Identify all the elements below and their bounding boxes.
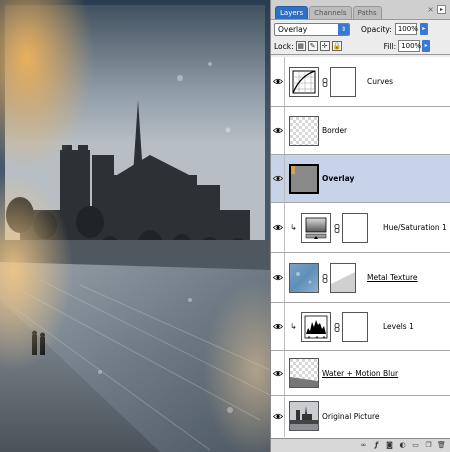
link-layers-icon[interactable]: ∞ bbox=[359, 441, 368, 450]
photoshop-workspace: Layers Channels Paths × ▸ Overlay ⇕ Opac… bbox=[0, 0, 450, 452]
layer-name[interactable]: Metal Texture bbox=[367, 273, 418, 282]
lock-all-icon[interactable]: 🔒 bbox=[331, 41, 342, 51]
close-icon[interactable]: × bbox=[427, 6, 434, 14]
layer-style-icon[interactable]: ƒ bbox=[372, 441, 381, 450]
tab-paths[interactable]: Paths bbox=[352, 6, 382, 19]
new-adjustment-layer-icon[interactable]: ◐ bbox=[398, 441, 407, 450]
layer-name[interactable]: Water + Motion Blur bbox=[322, 369, 398, 378]
visibility-eye-icon[interactable] bbox=[271, 57, 285, 106]
visibility-eye-icon[interactable] bbox=[271, 203, 285, 252]
opacity-slider-button[interactable]: ▸ bbox=[419, 23, 428, 35]
opacity-label: Opacity: bbox=[361, 24, 392, 34]
fill-field[interactable]: 100% bbox=[398, 40, 421, 52]
layer-name[interactable]: Hue/Saturation 1 bbox=[383, 223, 447, 232]
lock-transparent-pixels-icon[interactable]: ▦ bbox=[295, 41, 306, 51]
fill-slider-button[interactable]: ▸ bbox=[422, 40, 431, 52]
layer-row-border[interactable]: Border bbox=[271, 107, 450, 155]
gray-fill-thumbnail[interactable] bbox=[289, 164, 319, 194]
layer-row-overlay[interactable]: Overlay bbox=[271, 155, 450, 203]
layer-name[interactable]: Overlay bbox=[322, 174, 354, 183]
link-chain-icon[interactable] bbox=[334, 224, 340, 233]
palette-menu-icon[interactable]: ▸ bbox=[437, 5, 446, 14]
tab-channels[interactable]: Channels bbox=[309, 6, 352, 19]
fill-label: Fill: bbox=[383, 41, 397, 51]
blend-options-row: Overlay ⇕ Opacity: 100% ▸ bbox=[271, 20, 450, 38]
layer-mask-thumbnail[interactable] bbox=[342, 213, 368, 243]
layers-bottom-toolbar: ∞ ƒ ◙ ◐ ▭ ❐ 🗑 bbox=[271, 438, 450, 452]
layer-row-water-motion-blur[interactable]: Water + Motion Blur bbox=[271, 351, 450, 396]
visibility-eye-icon[interactable] bbox=[271, 303, 285, 350]
new-group-icon[interactable]: ▭ bbox=[411, 441, 420, 450]
new-layer-icon[interactable]: ❐ bbox=[424, 441, 433, 450]
trash-icon[interactable]: 🗑 bbox=[437, 441, 446, 450]
palette-tab-bar: Layers Channels Paths × ▸ bbox=[271, 0, 450, 20]
visibility-eye-icon[interactable] bbox=[271, 107, 285, 154]
levels-adjustment-icon[interactable] bbox=[301, 312, 331, 342]
lock-position-icon[interactable]: ✛ bbox=[319, 41, 330, 51]
clipping-arrow-icon: ↳ bbox=[290, 322, 297, 331]
layer-row-original-picture[interactable]: Original Picture bbox=[271, 396, 450, 437]
lock-image-pixels-icon[interactable]: ✎ bbox=[307, 41, 318, 51]
layer-name[interactable]: Curves bbox=[367, 77, 393, 86]
metal-texture-thumbnail[interactable] bbox=[289, 263, 319, 293]
blend-mode-value: Overlay bbox=[278, 24, 308, 34]
original-photo-thumbnail[interactable] bbox=[289, 401, 319, 431]
layer-row-metal-texture[interactable]: Metal Texture bbox=[271, 253, 450, 303]
canvas-photo bbox=[0, 0, 270, 452]
link-chain-icon[interactable] bbox=[322, 78, 328, 87]
visibility-eye-icon[interactable] bbox=[271, 253, 285, 302]
layer-list: Curves Border Overlay ↳ Hue/Saturation 1… bbox=[271, 57, 450, 438]
layer-row-curves[interactable]: Curves bbox=[271, 57, 450, 107]
blend-mode-select[interactable]: Overlay ⇕ bbox=[274, 22, 350, 36]
opacity-field[interactable]: 100% bbox=[394, 23, 418, 35]
layer-name[interactable]: Levels 1 bbox=[383, 322, 414, 331]
chevron-down-icon: ⇕ bbox=[338, 23, 349, 35]
visibility-eye-icon[interactable] bbox=[271, 155, 285, 202]
clipping-arrow-icon: ↳ bbox=[290, 223, 297, 232]
layer-mask-thumbnail[interactable] bbox=[342, 312, 368, 342]
lock-label: Lock: bbox=[274, 41, 294, 51]
link-chain-icon[interactable] bbox=[334, 323, 340, 332]
layer-mask-thumbnail[interactable] bbox=[330, 67, 356, 97]
water-layer-thumbnail[interactable] bbox=[289, 358, 319, 388]
visibility-eye-icon[interactable] bbox=[271, 351, 285, 395]
layer-name[interactable]: Original Picture bbox=[322, 412, 380, 421]
curves-adjustment-icon[interactable] bbox=[289, 67, 319, 97]
add-mask-icon[interactable]: ◙ bbox=[385, 441, 394, 450]
layer-mask-thumbnail[interactable] bbox=[330, 263, 356, 293]
layer-row-hue-saturation[interactable]: ↳ Hue/Saturation 1 bbox=[271, 203, 450, 253]
document-canvas[interactable] bbox=[0, 0, 270, 452]
lock-options-row: Lock: ▦ ✎ ✛ 🔒 Fill: 100% ▸ bbox=[271, 38, 450, 55]
tab-layers[interactable]: Layers bbox=[275, 6, 309, 19]
layer-name[interactable]: Border bbox=[322, 126, 347, 135]
visibility-eye-icon[interactable] bbox=[271, 396, 285, 437]
hue-saturation-adjustment-icon[interactable] bbox=[301, 213, 331, 243]
link-chain-icon[interactable] bbox=[322, 274, 328, 283]
transparent-layer-thumbnail[interactable] bbox=[289, 116, 319, 146]
layer-row-levels[interactable]: ↳ Levels 1 bbox=[271, 303, 450, 351]
layers-palette: Layers Channels Paths × ▸ Overlay ⇕ Opac… bbox=[270, 0, 450, 452]
